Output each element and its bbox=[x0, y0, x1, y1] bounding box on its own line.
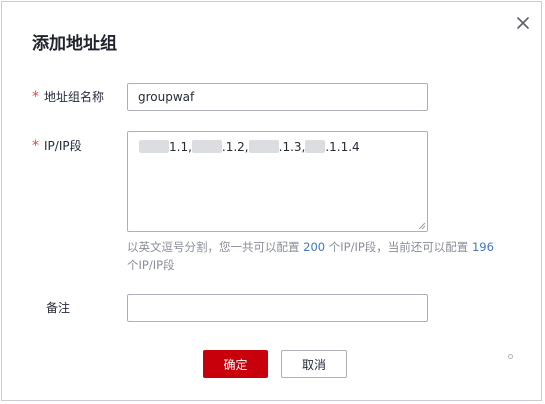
decorative-dot bbox=[508, 354, 513, 359]
ip-label: * IP/IP段 bbox=[32, 138, 82, 154]
redacted-ip-mask bbox=[248, 140, 279, 153]
redacted-ip-mask bbox=[191, 140, 222, 153]
required-mark: * bbox=[32, 89, 39, 105]
cancel-button[interactable]: 取消 bbox=[281, 350, 347, 378]
confirm-button[interactable]: 确定 bbox=[203, 350, 268, 378]
ip-segment: .1.1.4 bbox=[325, 140, 360, 154]
required-mark: * bbox=[32, 138, 39, 154]
ip-label-text: IP/IP段 bbox=[44, 139, 82, 153]
hint-part2: 个IP/IP段，当前还可以配置 bbox=[325, 240, 472, 254]
add-address-group-dialog: 添加地址组 * 地址组名称 * IP/IP段 1.1, .1.2, .1.3, .1.1.… bbox=[1, 1, 542, 401]
hint-part1: 以英文逗号分割，您一共可以配置 bbox=[127, 240, 304, 254]
ip-segment: .1.2, bbox=[221, 140, 249, 154]
close-icon[interactable] bbox=[514, 14, 532, 32]
ip-textarea-content: 1.1, .1.2, .1.3, .1.1.4 bbox=[139, 140, 360, 154]
remark-input[interactable] bbox=[127, 294, 428, 322]
redacted-ip-mask bbox=[305, 140, 326, 153]
redacted-ip-mask bbox=[139, 140, 169, 153]
hint-part3: 个IP/IP段 bbox=[127, 258, 175, 272]
name-label: * 地址组名称 bbox=[32, 89, 104, 105]
name-label-text: 地址组名称 bbox=[44, 90, 105, 104]
ip-segment: .1.3, bbox=[278, 140, 306, 154]
remaining-count: 196 bbox=[471, 240, 494, 254]
resize-grip-icon[interactable] bbox=[416, 220, 426, 230]
ip-segment: 1.1, bbox=[169, 140, 192, 154]
remark-label: 备注 bbox=[46, 301, 71, 315]
dialog-title: 添加地址组 bbox=[32, 34, 117, 54]
max-count: 200 bbox=[303, 240, 326, 254]
address-group-name-input[interactable] bbox=[127, 83, 428, 111]
ip-hint-text: 以英文逗号分割，您一共可以配置 200 个IP/IP段，当前还可以配置 196 个… bbox=[127, 238, 522, 274]
